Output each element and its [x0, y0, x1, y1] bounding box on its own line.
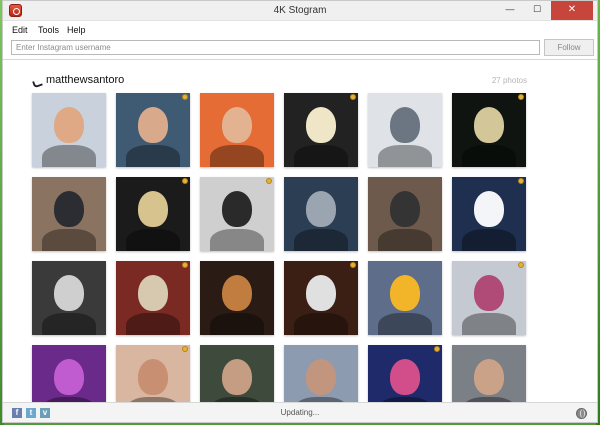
- photo-thumbnail[interactable]: [116, 345, 190, 404]
- photo-thumbnail[interactable]: [284, 261, 358, 335]
- photo-subject-body: [210, 313, 264, 335]
- title-bar[interactable]: 4K Stogram — ☐ ✕: [3, 1, 597, 21]
- minimize-button[interactable]: —: [498, 1, 522, 20]
- photo-subject: [222, 359, 252, 395]
- photo-thumbnail[interactable]: [452, 261, 526, 335]
- favorite-star-icon[interactable]: [182, 94, 188, 100]
- photo-subject: [138, 107, 168, 143]
- photo-thumbnail[interactable]: [452, 93, 526, 167]
- favorite-star-icon[interactable]: [182, 262, 188, 268]
- photo-feed[interactable]: matthewsantoro 27 photos: [3, 59, 597, 404]
- photo-subject-body: [294, 313, 348, 335]
- photo-subject: [54, 107, 84, 143]
- photo-thumbnail[interactable]: [284, 177, 358, 251]
- photo-subject: [306, 359, 336, 395]
- photo-thumbnail[interactable]: [32, 261, 106, 335]
- photo-thumbnail[interactable]: [368, 177, 442, 251]
- photo-subject-body: [294, 229, 348, 251]
- photo-subject: [138, 275, 168, 311]
- favorite-star-icon[interactable]: [434, 346, 440, 352]
- photo-thumbnail[interactable]: [452, 345, 526, 404]
- photo-subject-body: [42, 145, 96, 167]
- favorite-star-icon[interactable]: [182, 346, 188, 352]
- photo-subject-body: [42, 229, 96, 251]
- photo-thumbnail[interactable]: [284, 345, 358, 404]
- photo-subject: [54, 359, 84, 395]
- photo-subject-body: [462, 313, 516, 335]
- photo-subject: [138, 191, 168, 227]
- photo-subject: [138, 359, 168, 395]
- photo-subject-body: [126, 229, 180, 251]
- photo-thumbnail[interactable]: [116, 177, 190, 251]
- photo-subject: [474, 191, 504, 227]
- photo-thumbnail[interactable]: [116, 261, 190, 335]
- photo-thumbnail[interactable]: [200, 345, 274, 404]
- photo-subject-body: [210, 229, 264, 251]
- menu-tools[interactable]: Tools: [38, 25, 59, 35]
- username-input[interactable]: [11, 40, 540, 55]
- menu-edit[interactable]: Edit: [12, 25, 28, 35]
- toolbar: Follow: [3, 39, 597, 59]
- photo-thumbnail[interactable]: [368, 93, 442, 167]
- maximize-button[interactable]: ☐: [525, 1, 549, 20]
- photo-subject: [54, 191, 84, 227]
- photo-subject-body: [126, 145, 180, 167]
- photo-subject: [474, 107, 504, 143]
- app-window: 4K Stogram — ☐ ✕ Edit Tools Help Follow …: [2, 0, 598, 423]
- globe-icon[interactable]: [576, 408, 587, 419]
- photo-thumbnail[interactable]: [116, 93, 190, 167]
- photo-thumbnail[interactable]: [368, 345, 442, 404]
- photo-subject-body: [378, 145, 432, 167]
- status-bar: f t v Updating...: [3, 402, 597, 422]
- favorite-star-icon[interactable]: [350, 94, 356, 100]
- photo-thumbnail[interactable]: [284, 93, 358, 167]
- menu-bar: Edit Tools Help: [3, 22, 597, 38]
- status-text: Updating...: [280, 408, 320, 417]
- photo-subject-body: [294, 145, 348, 167]
- photo-subject: [306, 191, 336, 227]
- photo-subject-body: [378, 229, 432, 251]
- photo-thumbnail[interactable]: [32, 93, 106, 167]
- photo-subject: [222, 275, 252, 311]
- photo-subject: [390, 107, 420, 143]
- favorite-star-icon[interactable]: [350, 262, 356, 268]
- favorite-star-icon[interactable]: [266, 178, 272, 184]
- photo-subject-body: [210, 145, 264, 167]
- follow-button[interactable]: Follow: [544, 39, 594, 56]
- photo-subject-body: [42, 313, 96, 335]
- photo-thumbnail[interactable]: [368, 261, 442, 335]
- menu-help[interactable]: Help: [67, 25, 86, 35]
- photo-count: 27 photos: [491, 76, 527, 85]
- photo-subject: [222, 191, 252, 227]
- photo-thumbnail[interactable]: [200, 177, 274, 251]
- photo-subject: [474, 359, 504, 395]
- photo-subject: [306, 275, 336, 311]
- photo-subject: [306, 107, 336, 143]
- photo-thumbnail[interactable]: [32, 177, 106, 251]
- favorite-star-icon[interactable]: [518, 262, 524, 268]
- photo-subject: [390, 191, 420, 227]
- favorite-star-icon[interactable]: [518, 94, 524, 100]
- instagram-user-icon: [33, 77, 41, 85]
- photo-subject: [54, 275, 84, 311]
- profile-username[interactable]: matthewsantoro: [46, 74, 124, 86]
- photo-subject-body: [462, 229, 516, 251]
- photo-thumbnail[interactable]: [200, 261, 274, 335]
- photo-subject: [474, 275, 504, 311]
- photo-thumbnail[interactable]: [32, 345, 106, 404]
- favorite-star-icon[interactable]: [182, 178, 188, 184]
- favorite-star-icon[interactable]: [518, 178, 524, 184]
- close-button[interactable]: ✕: [551, 1, 593, 20]
- photo-thumbnail[interactable]: [200, 93, 274, 167]
- photo-subject-body: [378, 313, 432, 335]
- photo-subject: [390, 275, 420, 311]
- photo-subject: [222, 107, 252, 143]
- photo-subject-body: [126, 313, 180, 335]
- photo-thumbnail[interactable]: [452, 177, 526, 251]
- photo-subject-body: [462, 145, 516, 167]
- photo-subject: [390, 359, 420, 395]
